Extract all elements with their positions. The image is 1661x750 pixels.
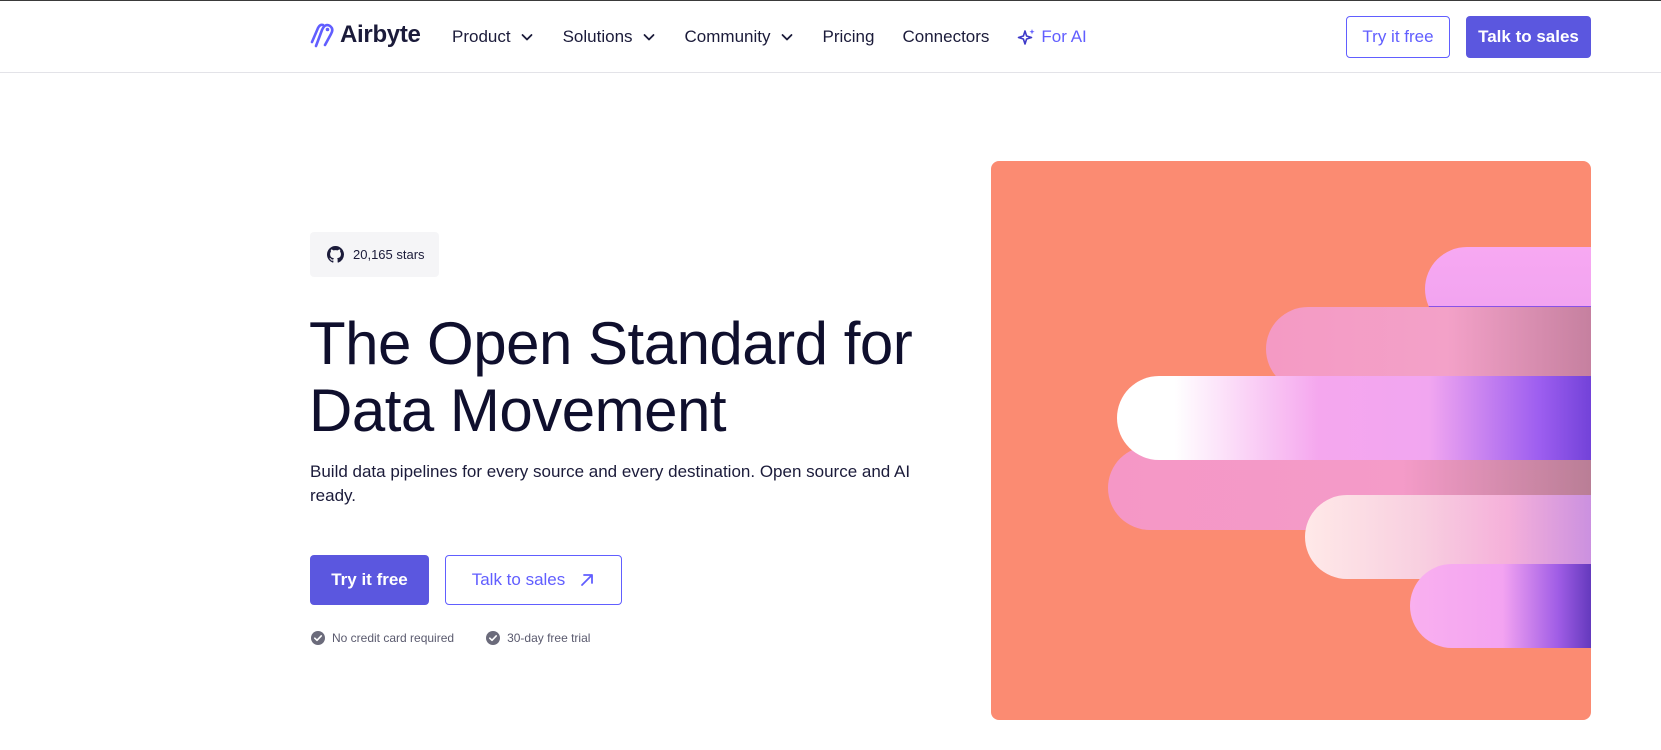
hero-try-free-button[interactable]: Try it free [310,555,429,605]
perks-list: No credit card required 30-day free tria… [311,631,590,645]
chevron-down-icon [521,34,532,41]
header-talk-to-sales-button[interactable]: Talk to sales [1466,16,1591,58]
hero-title-line-2: Data Movement [309,377,727,444]
nav-label: Community [684,27,771,46]
nav-label: For AI [1041,27,1087,46]
illustration-stripe [1410,564,1591,648]
check-circle-icon [486,631,501,645]
sparkle-icon [1018,29,1036,45]
chevron-down-icon [781,34,792,41]
site-header: Airbyte Product Solutions Community Pric… [0,1,1661,73]
airbyte-logo[interactable]: Airbyte [310,21,421,49]
arrow-up-right-icon [581,574,594,586]
nav-item-community[interactable]: Community [685,27,795,47]
nav-item-connectors[interactable]: Connectors [902,27,989,47]
check-circle-icon [311,631,325,645]
hero-title: The Open Standard for Data Movement [309,310,929,444]
hero-subtitle: Build data pipelines for every source an… [310,462,911,505]
nav-label: Product [452,27,511,46]
perk-label: 30-day free trial [507,631,591,645]
illustration-stripe [1117,376,1591,460]
hero-talk-to-sales-button[interactable]: Talk to sales [445,555,622,605]
github-stars-badge[interactable]: 20,165 stars [310,232,439,277]
perk-item: 30-day free trial [486,631,590,645]
nav-item-solutions[interactable]: Solutions [563,27,657,47]
header-try-free-button[interactable]: Try it free [1346,16,1450,58]
perk-label: No credit card required [332,631,455,645]
airbyte-logo-icon [310,23,334,48]
hero-title-line-1: The Open Standard for [309,310,913,377]
nav-label: Solutions [562,27,633,46]
nav-item-product[interactable]: Product [452,27,535,47]
nav-label: Pricing [822,27,875,46]
nav-label: Connectors [902,27,990,46]
main-nav: Product Solutions Community Pricing Conn… [452,1,1115,73]
github-icon [327,246,344,263]
nav-item-for-ai[interactable]: For AI [1017,27,1087,47]
perk-item: No credit card required [311,631,454,645]
logo-text: Airbyte [340,21,421,48]
cta-label: Talk to sales [471,570,566,589]
nav-item-pricing[interactable]: Pricing [823,27,875,47]
hero-illustration [991,161,1591,720]
chevron-down-icon [643,34,654,41]
stars-count: 20,165 stars [353,247,425,262]
